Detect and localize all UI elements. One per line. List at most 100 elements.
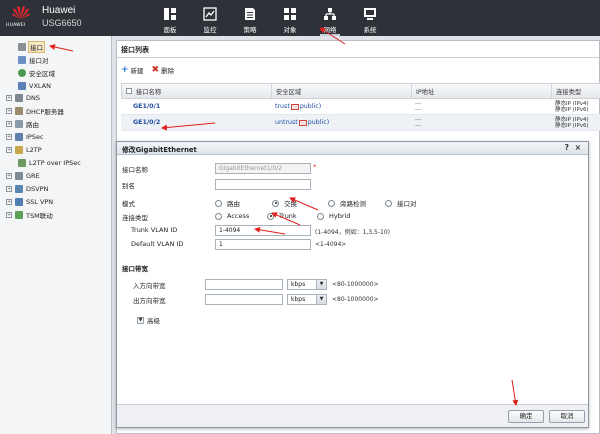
trunk-vlan-input[interactable] [215, 225, 311, 236]
conn-radio-access[interactable]: Access [215, 212, 249, 220]
zone-link[interactable]: trust [275, 103, 290, 110]
inbound-bandwidth-hint: <80-1000000> [332, 281, 379, 288]
sidebar-item-dns[interactable]: + DNS [6, 93, 40, 103]
expand-icon[interactable]: + [6, 95, 12, 101]
close-icon[interactable]: × [575, 143, 581, 152]
radio-label: Access [227, 212, 250, 220]
nav-dashboard[interactable]: 面板 [150, 0, 190, 36]
sidebar-item-routing[interactable]: + 路由 [6, 119, 39, 129]
sidebar-item-label: DNS [26, 94, 40, 102]
table-row[interactable]: GE1/0/2 untrust public) --- --- 静态IP (IP… [121, 115, 600, 131]
sidebar-item-interface-pair[interactable]: 接口对 [18, 55, 49, 65]
column-header-ip[interactable]: IP地址 [412, 83, 552, 99]
delete-button[interactable]: ✖ 删除 [152, 65, 175, 75]
nav-policy[interactable]: 策略 [230, 0, 270, 36]
select-all-checkbox[interactable] [126, 88, 132, 94]
sidebar-item-gre[interactable]: + GRE [6, 171, 40, 181]
trunk-vlan-label: Trunk VLAN ID [131, 226, 178, 234]
conn-type-ipv6: 静态IP (IPv6) [555, 106, 589, 113]
sidebar-item-security-zone[interactable]: 安全区域 [18, 68, 55, 78]
default-vlan-label: Default VLAN ID [131, 240, 184, 248]
expand-icon[interactable]: + [6, 147, 12, 153]
sidebar-item-label: DHCP服务器 [26, 108, 64, 116]
nav-monitor-label: 监控 [203, 26, 217, 34]
routing-icon [15, 120, 23, 128]
expand-icon[interactable]: + [6, 212, 12, 218]
sidebar-item-dsvpn[interactable]: + DSVPN [6, 184, 48, 194]
monitor-icon [203, 7, 217, 21]
mode-radio-route[interactable]: 路由 [215, 198, 240, 208]
conn-radio-trunk[interactable]: Trunk [267, 212, 297, 220]
column-header-conn-type[interactable]: 连接类型 [552, 83, 600, 99]
chevron-down-icon: ▼ [316, 280, 326, 289]
radio-icon [328, 199, 335, 207]
inbound-bandwidth-unit-select[interactable]: kbps ▼ [287, 279, 327, 290]
mode-radio-bypass[interactable]: 旁路检测 [328, 198, 366, 208]
interface-name-input[interactable] [215, 163, 311, 174]
zone-link[interactable]: untrust [275, 119, 298, 126]
advanced-toggle[interactable]: ▼ 高级 [137, 315, 160, 325]
interface-table: 接口名称 安全区域 IP地址 连接类型 GE1/0/1 trust public… [121, 83, 600, 131]
zone-vsys: public) [299, 103, 322, 110]
alias-input[interactable] [215, 179, 311, 190]
sidebar-item-interface[interactable]: 接口 [18, 41, 45, 53]
column-header-name[interactable]: 接口名称 [122, 83, 272, 99]
ssl-vpn-icon [15, 198, 23, 206]
expand-icon[interactable]: + [6, 186, 12, 192]
sidebar-item-dhcp-server[interactable]: + DHCP服务器 [6, 106, 64, 116]
unit-select-value: kbps [291, 296, 306, 303]
logo-wordmark: HUAWEI [6, 23, 26, 28]
expand-icon[interactable]: + [6, 134, 12, 140]
nav-object[interactable]: 对象 [270, 0, 310, 36]
sidebar-item-l2tp-over-ipsec[interactable]: L2TP over IPSec [18, 158, 81, 168]
sidebar-item-l2tp[interactable]: + L2TP [6, 145, 42, 155]
nav-system[interactable]: 系统 [350, 0, 390, 36]
ok-button[interactable]: 确定 [508, 410, 544, 423]
sidebar-item-ssl-vpn[interactable]: + SSL VPN [6, 197, 53, 207]
expand-icon[interactable]: + [6, 199, 12, 205]
default-vlan-input[interactable] [215, 239, 311, 250]
chevron-down-icon: ▼ [316, 295, 326, 304]
column-header-zone[interactable]: 安全区域 [272, 83, 412, 99]
column-header-label: 接口名称 [136, 88, 162, 96]
radio-icon [267, 212, 274, 220]
l2tp-icon [15, 146, 23, 154]
top-navigation-bar: HUAWEI Huawei USG6650 面板 监控 策略 对象 网络 系统 [0, 0, 600, 36]
dialog-footer: 确定 取消 [117, 404, 588, 427]
expand-icon[interactable]: + [6, 173, 12, 179]
cancel-button[interactable]: 取消 [549, 410, 585, 423]
conn-radio-hybrid[interactable]: Hybrid [317, 212, 350, 220]
vxlan-icon [18, 82, 26, 90]
sidebar-nav: 接口 接口对 安全区域 VXLAN + DNS + DHCP服务器 + 路由 +… [0, 36, 112, 434]
expand-icon[interactable]: + [6, 108, 12, 114]
sidebar-item-label: IPSec [26, 133, 44, 141]
conn-type-ipv6: 静态IP (IPv6) [555, 122, 589, 129]
outbound-bandwidth-label: 出方向带宽 [133, 297, 166, 305]
dsvpn-icon [15, 185, 23, 193]
sidebar-item-tsm-linkage[interactable]: + TSM联动 [6, 210, 53, 220]
outbound-bandwidth-input[interactable] [205, 294, 283, 305]
dhcp-server-icon [15, 107, 23, 115]
sidebar-item-label: VXLAN [29, 82, 51, 90]
mode-radio-interface-pair[interactable]: 接口对 [385, 198, 417, 208]
expand-icon[interactable]: + [6, 121, 12, 127]
interface-link[interactable]: GE1/0/1 [133, 103, 160, 110]
radio-label: 接口对 [397, 200, 417, 208]
radio-label: 交换 [284, 200, 297, 208]
nav-system-label: 系统 [363, 26, 377, 34]
create-button[interactable]: + 新建 [121, 65, 144, 75]
sidebar-item-vxlan[interactable]: VXLAN [18, 81, 51, 91]
sidebar-item-ipsec[interactable]: + IPSec [6, 132, 44, 142]
table-row[interactable]: GE1/0/1 trust public) --- --- 静态IP (IPv4… [121, 99, 600, 115]
sidebar-item-label: L2TP over IPSec [29, 159, 81, 167]
object-icon [284, 8, 296, 20]
outbound-bandwidth-unit-select[interactable]: kbps ▼ [287, 294, 327, 305]
nav-network[interactable]: 网络 [310, 0, 350, 36]
help-icon[interactable]: ? [565, 143, 569, 152]
interface-link[interactable]: GE1/0/2 [133, 119, 160, 126]
nav-monitor[interactable]: 监控 [190, 0, 230, 36]
column-header-label: 安全区域 [276, 88, 302, 96]
inbound-bandwidth-input[interactable] [205, 279, 283, 290]
nav-object-label: 对象 [283, 26, 297, 34]
mode-radio-switch[interactable]: 交换 [272, 198, 297, 208]
